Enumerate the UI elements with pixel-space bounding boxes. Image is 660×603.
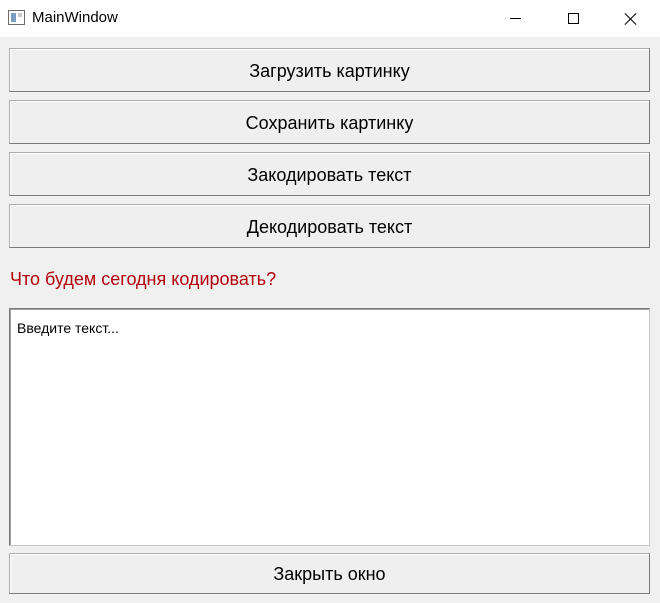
maximize-icon [567, 13, 579, 24]
load-image-button[interactable]: Загрузить картинку [9, 48, 650, 92]
window-title: MainWindow [32, 9, 118, 26]
encode-text-button[interactable]: Закодировать текст [9, 152, 650, 196]
maximize-button[interactable] [544, 0, 602, 37]
decode-text-button[interactable]: Декодировать текст [9, 204, 650, 248]
app-window-icon [8, 10, 25, 25]
close-app-button[interactable]: Закрыть окно [9, 553, 650, 594]
prompt-label: Что будем сегодня кодировать? [10, 269, 277, 289]
close-window-button[interactable] [602, 0, 660, 37]
title-bar[interactable]: MainWindow [0, 0, 660, 37]
main-window: MainWindow Загрузить картинку Сохранить … [0, 0, 660, 603]
save-image-button[interactable]: Сохранить картинку [9, 100, 650, 144]
message-text-input[interactable]: Введите текст... [9, 308, 650, 546]
minimize-button[interactable] [486, 0, 544, 37]
close-icon [624, 12, 638, 26]
minimize-icon [509, 18, 521, 19]
